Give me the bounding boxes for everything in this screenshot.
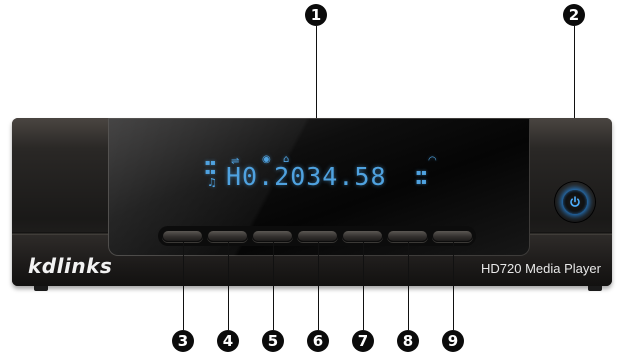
channel-indicator-icon: ▪▪ ▪▪ xyxy=(416,168,427,186)
device-diagram: 1 2 ▪▪ ▪▪ ♫ ⇌ ◉ ⌂ ▪▪ ▪▪ ◠ H0.2034.58 kdlin… xyxy=(0,0,624,356)
front-button-8[interactable] xyxy=(387,230,428,242)
front-button-4[interactable] xyxy=(207,230,248,242)
music-note-icon: ♫ xyxy=(207,176,217,189)
leader-line-6 xyxy=(318,242,319,330)
brand-logo: kdlinks xyxy=(28,254,113,278)
leader-line-8 xyxy=(408,242,409,330)
signal-icon: ◠ xyxy=(428,155,437,166)
callout-2: 2 xyxy=(563,4,585,26)
leader-line-3 xyxy=(183,242,184,330)
callout-1: 1 xyxy=(305,4,327,26)
callout-9: 9 xyxy=(442,330,464,352)
power-icon xyxy=(570,196,580,207)
callout-4: 4 xyxy=(217,330,239,352)
leader-line-4 xyxy=(228,242,229,330)
front-button-5[interactable] xyxy=(252,230,293,242)
callout-3: 3 xyxy=(172,330,194,352)
callout-5: 5 xyxy=(262,330,284,352)
indicator-grid-icon: ▪▪ ▪▪ xyxy=(205,158,216,176)
left-foot xyxy=(34,286,48,291)
front-button-6[interactable] xyxy=(297,230,338,242)
leader-line-7 xyxy=(363,242,364,330)
vfd-display-text: H0.2034.58 xyxy=(226,162,387,191)
callout-7: 7 xyxy=(352,330,374,352)
callout-6: 6 xyxy=(307,330,329,352)
right-foot xyxy=(588,286,602,291)
leader-line-9 xyxy=(453,242,454,330)
front-button-3[interactable] xyxy=(162,230,203,242)
front-button-9[interactable] xyxy=(432,230,473,242)
front-button-7[interactable] xyxy=(342,230,383,242)
leader-line-5 xyxy=(273,242,274,330)
callout-8: 8 xyxy=(397,330,419,352)
model-label: HD720 Media Player xyxy=(481,261,601,276)
